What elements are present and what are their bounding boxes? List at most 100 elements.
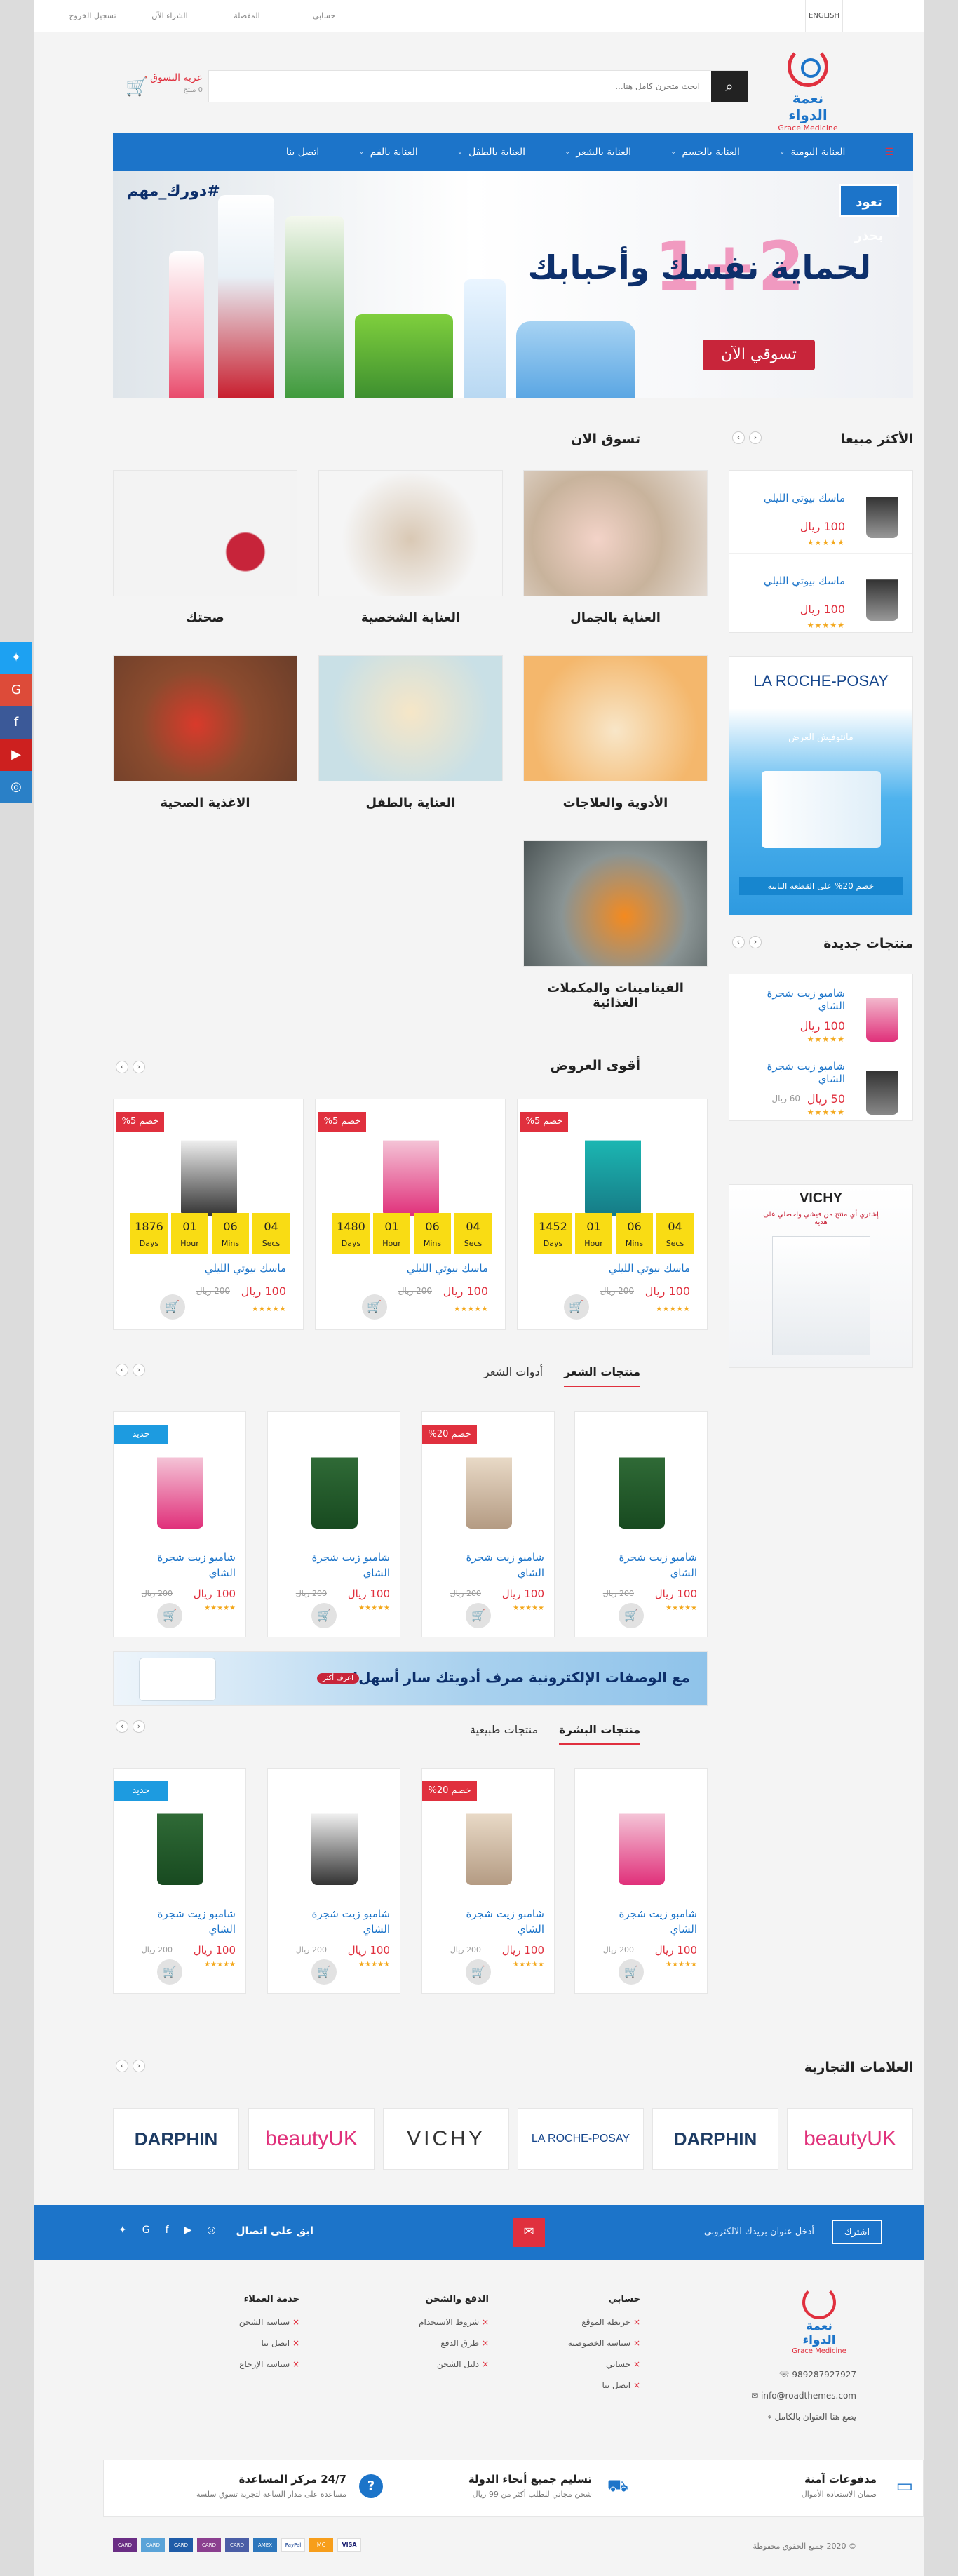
brand-logo[interactable]: DARPHIN xyxy=(113,2108,239,2170)
footer-link[interactable]: سياسة الإرجاع xyxy=(239,2359,299,2369)
product-card[interactable]: جديد شامبو زيت شجرة الشاي 100 ريال 200 ر… xyxy=(113,1768,246,1994)
brand-logo[interactable]: beautyUK xyxy=(787,2108,913,2170)
category-medicine[interactable]: الأدوية والعلاجات xyxy=(523,655,708,810)
footer-link[interactable]: اتصل بنا xyxy=(239,2338,299,2348)
product-name[interactable]: شامبو زيت شجرة الشاي xyxy=(747,987,845,1012)
arrow-prev-icon[interactable]: ‹ xyxy=(133,1364,145,1376)
product-name[interactable]: ماسك بيوتي الليلي xyxy=(609,1262,690,1275)
product-name[interactable]: شامبو زيت شجرة الشاي xyxy=(285,1550,390,1581)
google-icon[interactable]: G xyxy=(142,2225,150,2236)
product-name[interactable]: ماسك بيوتي الليلي xyxy=(747,492,845,504)
banner-button[interactable]: اعرف أكثر xyxy=(317,1673,359,1684)
product-name[interactable]: ماسك بيوتي الليلي xyxy=(205,1262,286,1275)
nav-item-body-care[interactable]: العناية بالجسم ⌄ xyxy=(651,133,760,171)
top-link-wishlist[interactable]: المفضلة xyxy=(208,0,285,32)
footer-link[interactable]: حسابي xyxy=(568,2359,640,2369)
list-item[interactable]: ماسك بيوتي الليلي 100 ريال ★★★★★ xyxy=(729,471,912,554)
language-switch[interactable]: ENGLISH xyxy=(805,0,843,32)
product-card[interactable]: خصم 20% شامبو زيت شجرة الشاي 100 ريال 20… xyxy=(421,1411,555,1637)
search-input[interactable] xyxy=(209,71,711,102)
footer-link[interactable]: سياسة الخصوصية xyxy=(568,2338,640,2348)
side-banner-laroche[interactable]: LA ROCHE-POSAY مانتوفيش العرض خصم 20% عل… xyxy=(729,656,913,915)
product-name[interactable]: شامبو زيت شجرة الشاي xyxy=(130,1550,236,1581)
newsletter-email-input[interactable]: أدخل عنوان بريدك الالكتروني xyxy=(545,2220,825,2244)
nav-item-oral-care[interactable]: العناية بالفم ⌄ xyxy=(339,133,437,171)
offer-card[interactable]: خصم 5% 1480 Days 01 Hour 06 Mins 04 Secs ماس… xyxy=(315,1099,506,1330)
subscribe-button[interactable]: اشترك xyxy=(832,2220,882,2244)
add-to-cart-button[interactable]: 🛒 xyxy=(157,1603,182,1628)
arrow-prev-icon[interactable]: ‹ xyxy=(133,2060,145,2072)
hero-cta-button[interactable]: تسوقي الآن xyxy=(703,340,815,370)
add-to-cart-button[interactable]: 🛒 xyxy=(311,1959,337,1985)
side-banner-vichy[interactable]: VICHY إشتري أي منتج من فيشي واحصلي على ه… xyxy=(729,1184,913,1368)
tab-hair-tools[interactable]: أدوات الشعر xyxy=(484,1365,543,1387)
contact-email[interactable]: info@roadthemes.com ✉ xyxy=(716,2385,856,2406)
logo[interactable]: نعمة الدواء Grace Medicine xyxy=(773,46,843,133)
twitter-share[interactable]: ✦ xyxy=(0,642,32,674)
google-share[interactable]: G xyxy=(0,674,32,706)
product-name[interactable]: شامبو زيت شجرة الشاي xyxy=(130,1906,236,1937)
instagram-share[interactable]: ◎ xyxy=(0,771,32,803)
product-card[interactable]: شامبو زيت شجرة الشاي 100 ريال 200 ريال ★… xyxy=(574,1411,708,1637)
arrow-prev-icon[interactable]: ‹ xyxy=(133,1061,145,1073)
category-beauty[interactable]: العناية بالجمال xyxy=(523,470,708,625)
contact-phone[interactable]: 989287927927 ☏ xyxy=(716,2364,856,2385)
add-to-cart-button[interactable]: 🛒 xyxy=(619,1603,644,1628)
tab-skin-products[interactable]: منتجات البشرة xyxy=(559,1723,640,1745)
nav-item-hair-care[interactable]: العناية بالشعر ⌄ xyxy=(545,133,651,171)
product-name[interactable]: ماسك بيوتي الليلي xyxy=(747,575,845,587)
youtube-icon[interactable]: ▶ xyxy=(184,2225,192,2236)
category-baby[interactable]: العناية بالطفل xyxy=(318,655,503,810)
product-name[interactable]: شامبو زيت شجرة الشاي xyxy=(439,1550,544,1581)
prescription-banner[interactable]: مع الوصفات الإلكترونية صرف أدويتك سار أس… xyxy=(113,1651,708,1706)
top-link-account[interactable]: حسابي xyxy=(285,0,363,32)
arrow-next-icon[interactable]: › xyxy=(116,1061,128,1073)
footer-link[interactable]: دليل الشحن xyxy=(419,2359,489,2369)
list-item[interactable]: شامبو زيت شجرة الشاي 50 ريال 60 ريال ★★★… xyxy=(729,1047,912,1120)
add-to-cart-button[interactable]: 🛒 xyxy=(160,1294,185,1320)
product-name[interactable]: شامبو زيت شجرة الشاي xyxy=(592,1906,697,1937)
footer-link[interactable]: طرق الدفع xyxy=(419,2338,489,2348)
category-personal[interactable]: العناية الشخصية xyxy=(318,470,503,625)
product-name[interactable]: شامبو زيت شجرة الشاي xyxy=(285,1906,390,1937)
footer-link[interactable]: اتصل بنا xyxy=(568,2380,640,2390)
youtube-share[interactable]: ▶ xyxy=(0,739,32,771)
category-health[interactable]: صحتك xyxy=(113,470,297,625)
instagram-icon[interactable]: ◎ xyxy=(207,2225,215,2236)
tab-hair-products[interactable]: منتجات الشعر xyxy=(564,1365,640,1387)
product-name[interactable]: شامبو زيت شجرة الشاي xyxy=(592,1550,697,1581)
offer-card[interactable]: خصم 5% 1452 Days 01 Hour 06 Mins 04 Secs ماس… xyxy=(517,1099,708,1330)
product-card[interactable]: شامبو زيت شجرة الشاي 100 ريال 200 ريال ★… xyxy=(267,1768,400,1994)
arrow-prev-icon[interactable]: ‹ xyxy=(749,936,762,948)
hero-banner[interactable]: #دورك_مهم تعود بحذر 1+2 لحماية نفسك وأحب… xyxy=(113,171,913,398)
brand-logo[interactable]: beautyUK xyxy=(248,2108,375,2170)
product-name[interactable]: شامبو زيت شجرة الشاي xyxy=(747,1060,845,1085)
top-link-logout[interactable]: تسجيل الخروج xyxy=(54,0,131,32)
add-to-cart-button[interactable]: 🛒 xyxy=(311,1603,337,1628)
list-item[interactable]: شامبو زيت شجرة الشاي 100 ريال ★★★★★ xyxy=(729,974,912,1047)
arrow-prev-icon[interactable]: ‹ xyxy=(133,1720,145,1733)
brand-logo[interactable]: VICHY xyxy=(383,2108,509,2170)
twitter-icon[interactable]: ✦ xyxy=(119,2225,127,2236)
footer-link[interactable]: خريطة الموقع xyxy=(568,2317,640,2327)
product-card[interactable]: شامبو زيت شجرة الشاي 100 ريال 200 ريال ★… xyxy=(267,1411,400,1637)
search-button[interactable]: ⌕ xyxy=(711,71,748,102)
add-to-cart-button[interactable]: 🛒 xyxy=(619,1959,644,1985)
arrow-next-icon[interactable]: › xyxy=(116,1364,128,1376)
category-vitamins[interactable]: الفيتامينات والمكملات الغذائية xyxy=(523,840,708,1010)
add-to-cart-button[interactable]: 🛒 xyxy=(362,1294,387,1320)
add-to-cart-button[interactable]: 🛒 xyxy=(466,1603,491,1628)
facebook-share[interactable]: f xyxy=(0,706,32,739)
brand-logo[interactable]: DARPHIN xyxy=(652,2108,778,2170)
add-to-cart-button[interactable]: 🛒 xyxy=(157,1959,182,1985)
nav-item-daily-care[interactable]: العناية اليومية ⌄ xyxy=(760,133,865,171)
footer-link[interactable]: سياسة الشحن xyxy=(239,2317,299,2327)
brand-logo[interactable]: LA ROCHE-POSAY xyxy=(518,2108,644,2170)
arrow-next-icon[interactable]: › xyxy=(116,1720,128,1733)
nav-item-contact[interactable]: اتصل بنا xyxy=(267,133,339,171)
facebook-icon[interactable]: f xyxy=(166,2225,169,2236)
footer-link[interactable]: شروط الاستخدام xyxy=(419,2317,489,2327)
product-card[interactable]: جديد شامبو زيت شجرة الشاي 100 ريال 200 ر… xyxy=(113,1411,246,1637)
tab-natural-products[interactable]: منتجات طبيعية xyxy=(470,1723,538,1745)
arrow-next-icon[interactable]: › xyxy=(732,936,745,948)
